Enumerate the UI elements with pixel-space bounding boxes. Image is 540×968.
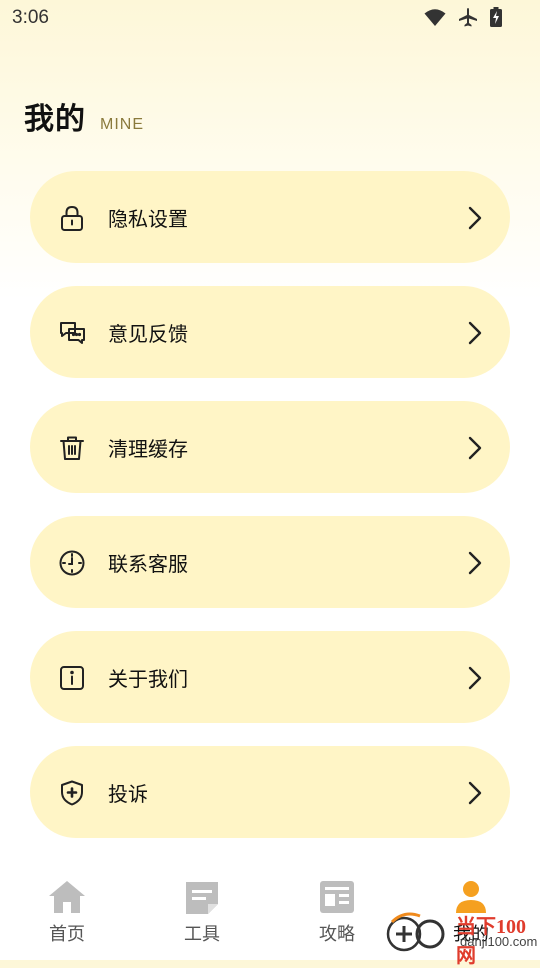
menu-item-clear-cache[interactable]: 清理缓存 — [30, 401, 510, 493]
nav-tab-label: 工具 — [184, 924, 220, 945]
nav-tab-label: 首页 — [49, 924, 85, 945]
home-icon — [47, 880, 87, 916]
chevron-right-icon — [468, 321, 482, 345]
chat-bubbles-icon — [58, 319, 86, 347]
shield-plus-icon — [58, 779, 86, 807]
menu-item-label: 投诉 — [108, 781, 148, 806]
chevron-right-icon — [468, 666, 482, 690]
lock-icon — [58, 204, 86, 232]
settings-menu: 隐私设置 意见反馈 清理缓存 联系客服 关于我们 投诉 — [30, 171, 510, 861]
document-icon — [182, 880, 222, 916]
clock-icon — [58, 549, 86, 577]
airplane-icon — [458, 7, 478, 27]
nav-tab-label: 攻略 — [319, 924, 355, 945]
watermark-domain: danji100.com — [460, 934, 538, 949]
info-icon — [58, 664, 86, 692]
nav-tab-tools[interactable]: 工具 — [152, 880, 252, 946]
nav-tab-guides[interactable]: 攻略 — [287, 880, 387, 946]
page-subtitle: MINE — [100, 116, 144, 133]
news-icon — [317, 880, 357, 916]
status-icons — [424, 7, 502, 27]
chevron-right-icon — [468, 206, 482, 230]
menu-item-label: 隐私设置 — [108, 206, 188, 231]
watermark: 当下100网 danji100.com — [386, 906, 538, 967]
watermark-logo-icon — [386, 910, 454, 958]
menu-item-label: 关于我们 — [108, 666, 188, 691]
menu-item-contact-support[interactable]: 联系客服 — [30, 516, 510, 608]
nav-tab-home[interactable]: 首页 — [17, 880, 117, 946]
menu-item-about-us[interactable]: 关于我们 — [30, 631, 510, 723]
chevron-right-icon — [468, 781, 482, 805]
status-time: 3:06 — [12, 7, 49, 28]
menu-item-label: 清理缓存 — [108, 436, 188, 461]
menu-item-label: 意见反馈 — [108, 321, 188, 346]
menu-item-complaint[interactable]: 投诉 — [30, 746, 510, 838]
wifi-icon — [424, 7, 446, 27]
page-header: 我的 MINE — [24, 94, 144, 138]
chevron-right-icon — [468, 436, 482, 460]
menu-item-privacy-settings[interactable]: 隐私设置 — [30, 171, 510, 263]
menu-item-feedback[interactable]: 意见反馈 — [30, 286, 510, 378]
chevron-right-icon — [468, 551, 482, 575]
status-bar: 3:06 — [0, 0, 540, 38]
trash-icon — [58, 434, 86, 462]
page-title: 我的 — [24, 102, 86, 137]
battery-charging-icon — [490, 7, 502, 27]
menu-item-label: 联系客服 — [108, 551, 188, 576]
